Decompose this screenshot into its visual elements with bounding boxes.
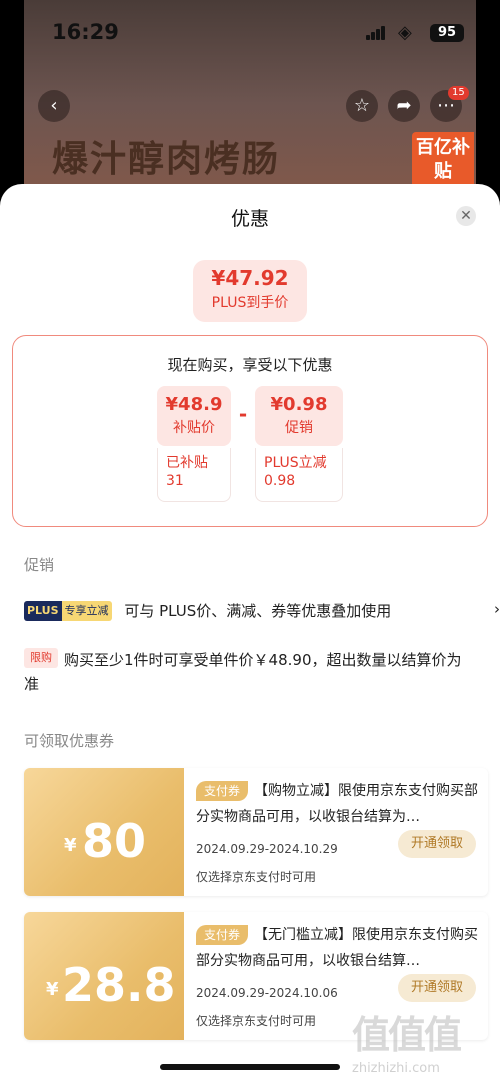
- status-time: 16:29: [52, 20, 119, 44]
- coupon-value-panel: ¥ 80: [24, 768, 184, 896]
- promo-row-limit: 限购 购买至少1件时可享受单件价￥48.90，超出数量以结算价为准: [24, 648, 464, 696]
- promo-text-limit: 购买至少1件时可享受单件价￥48.90，超出数量以结算价为准: [24, 651, 462, 693]
- more-badge: 15: [448, 86, 469, 100]
- limit-tag: 限购: [24, 648, 58, 668]
- back-icon[interactable]: ‹: [38, 90, 70, 122]
- signal-icon: [366, 26, 386, 40]
- pay-tag: 支付券: [196, 781, 249, 801]
- banner-title: 爆汁醇肉烤肠: [52, 139, 281, 180]
- watermark-site: zhizhizhi.com: [352, 1061, 440, 1076]
- coupon-date: 2024.09.29-2024.10.29: [196, 842, 338, 856]
- subsidy-price-card: ¥48.9 补贴价: [157, 386, 231, 446]
- subsidy-price-amount: ¥48.9: [165, 394, 223, 415]
- coupon-value-panel: ¥ 28.8: [24, 912, 184, 1040]
- watermark-mark: 值值值: [352, 1013, 462, 1057]
- share-icon[interactable]: ➦: [388, 90, 420, 122]
- discount-sheet: 优惠 ✕ ¥47.92 PLUS到手价 现在购买，享受以下优惠 ¥48.9 补贴…: [0, 184, 500, 1082]
- coupon-title: 支付券 【购物立减】限使用京东支付购买部分实物商品可用，以收银台结算为…: [196, 781, 479, 825]
- chevron-right-icon[interactable]: ›: [494, 600, 500, 618]
- coupon-info: 支付券 【购物立减】限使用京东支付购买部分实物商品可用，以收银台结算为… 2024…: [196, 768, 482, 896]
- final-price-amount: ¥47.92: [211, 266, 289, 290]
- subsidy-price-label: 补贴价: [173, 420, 215, 436]
- promotions-section-label: 促销: [24, 556, 55, 574]
- battery-icon: 95: [430, 24, 464, 42]
- close-icon[interactable]: ✕: [456, 206, 476, 226]
- wifi-icon: ◈: [398, 22, 412, 43]
- final-price-card: ¥47.92 PLUS到手价: [193, 260, 307, 322]
- sheet-title: 优惠: [230, 208, 269, 230]
- price-breakdown: 现在购买，享受以下优惠 ¥48.9 补贴价 - ¥0.98 促销 已补贴 31 …: [12, 335, 488, 527]
- coupon-note: 仅选择京东支付时可用: [196, 870, 317, 884]
- coupon-card: ¥ 80 支付券 【购物立减】限使用京东支付购买部分实物商品可用，以收银台结算为……: [24, 768, 488, 896]
- home-indicator[interactable]: [160, 1064, 340, 1070]
- subsidy-tag: 百亿补贴: [412, 132, 474, 190]
- coupon-value: 80: [82, 814, 147, 868]
- promo-label: 促销: [285, 420, 313, 436]
- coupon-currency: ¥: [46, 979, 59, 1000]
- promo-text-plus: 可与 PLUS价、满减、券等优惠叠加使用: [124, 602, 392, 620]
- plus-tag: PLUS 专享立减: [24, 600, 112, 621]
- promo-detail: PLUS立减 0.98: [255, 448, 343, 502]
- coupon-date: 2024.09.29-2024.10.06: [196, 986, 338, 1000]
- claim-button[interactable]: 开通领取: [398, 974, 476, 1002]
- breakdown-heading: 现在购买，享受以下优惠: [167, 356, 333, 374]
- coupon-currency: ¥: [64, 835, 77, 856]
- promo-row-plus[interactable]: PLUS 专享立减 可与 PLUS价、满减、券等优惠叠加使用 ›: [24, 600, 500, 621]
- coupon-note: 仅选择京东支付时可用: [196, 1014, 317, 1028]
- watermark-logo: 值值值 zhizhizhi.com: [352, 1004, 496, 1082]
- promo-amount: ¥0.98: [270, 394, 328, 415]
- coupon-title: 支付券 【无门槛立减】限使用京东支付购买部分实物商品可用，以收银台结算…: [196, 925, 479, 969]
- coupon-value: 28.8: [62, 958, 176, 1012]
- claim-button[interactable]: 开通领取: [398, 830, 476, 858]
- minus-operator: -: [238, 402, 248, 426]
- final-price-label: PLUS到手价: [211, 295, 289, 311]
- status-bar: 16:29 ◈ 95: [0, 0, 500, 60]
- pay-tag: 支付券: [196, 925, 249, 945]
- star-icon[interactable]: ☆: [346, 90, 378, 122]
- subsidy-detail: 已补贴 31: [157, 448, 231, 502]
- coupons-section-label: 可领取优惠券: [24, 732, 115, 750]
- promo-card: ¥0.98 促销: [255, 386, 343, 446]
